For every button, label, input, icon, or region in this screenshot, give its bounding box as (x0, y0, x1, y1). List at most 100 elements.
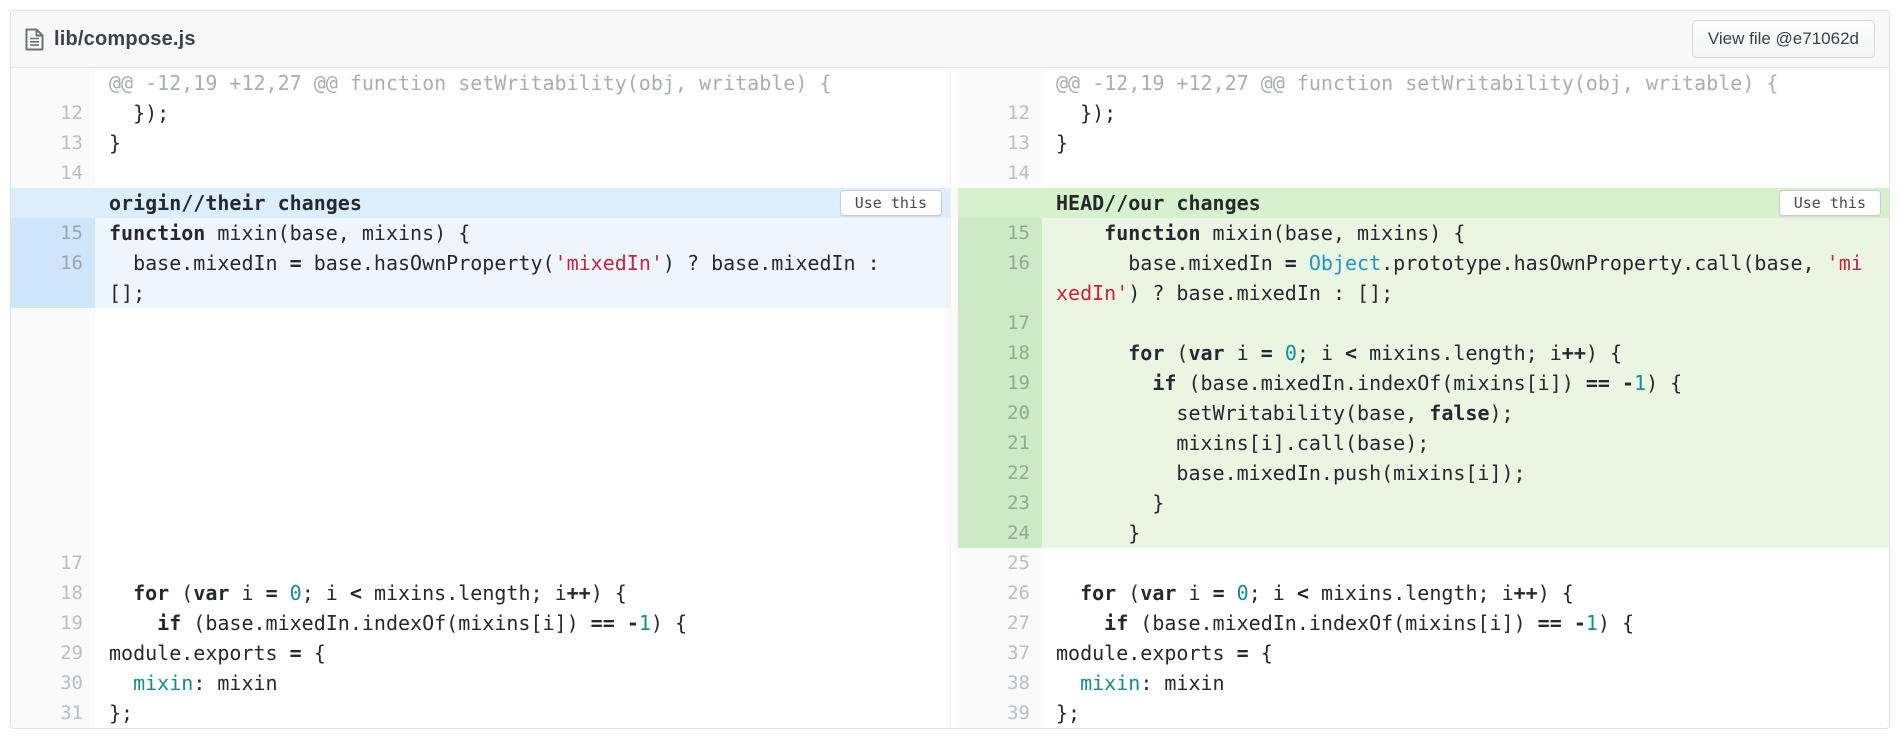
code-line: 13} (11, 128, 950, 158)
code-text: if (base.mixedIn.indexOf(mixins[i]) == -… (95, 608, 950, 638)
line-number: 16 (11, 248, 95, 278)
line-number: 25 (958, 548, 1042, 578)
diff-pane-ours: @@ -12,19 +12,27 @@ function setWritabil… (950, 68, 1889, 728)
code-text: base.mixedIn.push(mixins[i]); (1042, 458, 1889, 488)
conflict-header: origin//their changes Use this (11, 188, 950, 218)
line-number: 15 (11, 218, 95, 248)
code-line: 13} (958, 128, 1889, 158)
conflict-code-line: 24 } (958, 518, 1889, 548)
code-text (95, 158, 950, 188)
line-number (958, 68, 1042, 98)
code-text: module.exports = { (95, 638, 950, 668)
code-line: 38 mixin: mixin (958, 668, 1889, 698)
line-number (11, 308, 95, 548)
code-text (1042, 308, 1889, 338)
hunk-header: @@ -12,19 +12,27 @@ function setWritabil… (11, 68, 950, 98)
code-line: 14 (11, 158, 950, 188)
conflict-code-line: 22 base.mixedIn.push(mixins[i]); (958, 458, 1889, 488)
code-line: 29module.exports = { (11, 638, 950, 668)
code-text: }); (95, 98, 950, 128)
line-number: 20 (958, 398, 1042, 428)
code-text: base.mixedIn = Object.prototype.hasOwnPr… (1042, 248, 1889, 278)
line-number (11, 68, 95, 98)
line-number: 23 (958, 488, 1042, 518)
code-text: module.exports = { (1042, 638, 1889, 668)
code-text: xedIn') ? base.mixedIn : []; (1042, 278, 1889, 308)
conflict-code-line: 21 mixins[i].call(base); (958, 428, 1889, 458)
line-number: 30 (11, 668, 95, 698)
conflict-code-line: 20 setWritability(base, false); (958, 398, 1889, 428)
code-text: @@ -12,19 +12,27 @@ function setWritabil… (1042, 68, 1889, 98)
view-file-button[interactable]: View file @e71062d (1692, 20, 1875, 58)
line-number: 13 (958, 128, 1042, 158)
code-line: 12 }); (958, 98, 1889, 128)
file-diff-widget: lib/compose.js View file @e71062d @@ -12… (10, 10, 1890, 729)
code-text: for (var i = 0; i < mixins.length; i++) … (1042, 578, 1889, 608)
line-number: 12 (11, 98, 95, 128)
use-this-button[interactable]: Use this (1779, 190, 1881, 216)
use-this-button[interactable]: Use this (840, 190, 942, 216)
line-number: 13 (11, 128, 95, 158)
code-line: 30 mixin: mixin (11, 668, 950, 698)
code-text: } (1042, 518, 1889, 548)
line-number: 18 (958, 338, 1042, 368)
code-text: mixin: mixin (1042, 668, 1889, 698)
code-text (1042, 158, 1889, 188)
line-number: 26 (958, 578, 1042, 608)
code-text: }; (95, 698, 950, 728)
code-text: mixin: mixin (95, 668, 950, 698)
conflict-code-line: 17 (958, 308, 1889, 338)
code-text: } (1042, 488, 1889, 518)
code-text: if (base.mixedIn.indexOf(mixins[i]) == -… (1042, 608, 1889, 638)
conflict-label: HEAD//our changes (1056, 191, 1261, 215)
code-line: 39}; (958, 698, 1889, 728)
line-number: 24 (958, 518, 1042, 548)
line-number (11, 278, 95, 308)
code-line: 31}; (11, 698, 950, 728)
code-text: @@ -12,19 +12,27 @@ function setWritabil… (95, 68, 950, 98)
code-text: for (var i = 0; i < mixins.length; i++) … (95, 578, 950, 608)
code-text: mixins[i].call(base); (1042, 428, 1889, 458)
conflict-label: origin//their changes (109, 191, 362, 215)
code-text: function mixin(base, mixins) { (1042, 218, 1889, 248)
line-number: 14 (11, 158, 95, 188)
code-text (95, 308, 950, 548)
line-number: 19 (11, 608, 95, 638)
code-text: } (95, 128, 950, 158)
conflict-code-line: 23 } (958, 488, 1889, 518)
conflict-code-line: 19 if (base.mixedIn.indexOf(mixins[i]) =… (958, 368, 1889, 398)
file-title: lib/compose.js (25, 28, 196, 51)
line-number: 21 (958, 428, 1042, 458)
line-number: 17 (958, 308, 1042, 338)
line-number: 17 (11, 548, 95, 578)
conflict-code-line: 15function mixin(base, mixins) { (11, 218, 950, 248)
conflict-code-line: 18 for (var i = 0; i < mixins.length; i+… (958, 338, 1889, 368)
conflict-code-line: 15 function mixin(base, mixins) { (958, 218, 1889, 248)
code-text (1042, 548, 1889, 578)
conflict-code-line: 16 base.mixedIn = base.hasOwnProperty('m… (11, 248, 950, 278)
code-line: 14 (958, 158, 1889, 188)
line-number: 31 (11, 698, 95, 728)
code-line: 37module.exports = { (958, 638, 1889, 668)
code-line: 17 (11, 548, 950, 578)
code-line: 18 for (var i = 0; i < mixins.length; i+… (11, 578, 950, 608)
code-text: base.mixedIn = base.hasOwnProperty('mixe… (95, 248, 950, 278)
line-number (958, 278, 1042, 308)
line-number: 18 (11, 578, 95, 608)
code-line: 12 }); (11, 98, 950, 128)
line-number: 29 (11, 638, 95, 668)
page: lib/compose.js View file @e71062d @@ -12… (0, 0, 1900, 729)
line-number: 16 (958, 248, 1042, 278)
line-number: 14 (958, 158, 1042, 188)
code-text: }); (1042, 98, 1889, 128)
code-text: for (var i = 0; i < mixins.length; i++) … (1042, 338, 1889, 368)
conflict-code-line: []; (11, 278, 950, 308)
line-number: 19 (958, 368, 1042, 398)
file-name: lib/compose.js (54, 28, 196, 51)
line-number: 39 (958, 698, 1042, 728)
file-icon (25, 28, 44, 51)
diff-pane-theirs: @@ -12,19 +12,27 @@ function setWritabil… (11, 68, 950, 728)
code-text: } (1042, 128, 1889, 158)
code-line: 26 for (var i = 0; i < mixins.length; i+… (958, 578, 1889, 608)
line-number: 38 (958, 668, 1042, 698)
